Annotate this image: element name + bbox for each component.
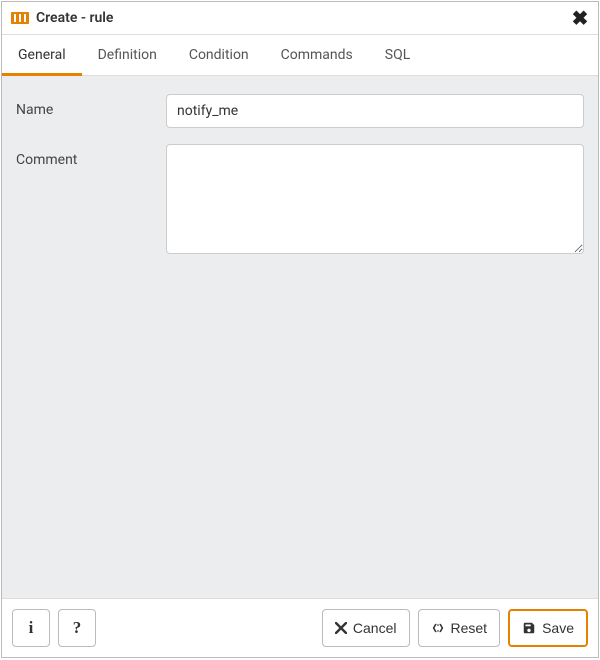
tab-label: Definition — [98, 47, 157, 63]
reset-button-label: Reset — [451, 620, 488, 636]
info-button[interactable]: i — [12, 609, 50, 647]
tab-general[interactable]: General — [2, 35, 82, 75]
dialog-title: Create - rule — [36, 10, 570, 26]
close-icon[interactable]: ✖ — [570, 8, 590, 28]
titlebar: Create - rule ✖ — [2, 2, 598, 35]
form-row-name: Name — [16, 94, 584, 128]
form-body: Name Comment — [2, 76, 598, 598]
tab-label: SQL — [385, 47, 410, 63]
save-button[interactable]: Save — [508, 609, 588, 647]
close-icon — [335, 622, 347, 634]
rule-icon — [10, 11, 30, 25]
comment-input[interactable] — [166, 144, 584, 254]
tabs: General Definition Condition Commands SQ… — [2, 35, 598, 76]
help-button[interactable]: ? — [58, 609, 96, 647]
tab-condition[interactable]: Condition — [173, 35, 265, 75]
tab-label: Commands — [281, 47, 353, 63]
save-button-label: Save — [542, 620, 574, 636]
save-icon — [522, 621, 536, 635]
info-icon: i — [29, 618, 34, 638]
footer: i ? Cancel Reset Save — [2, 598, 598, 657]
tab-label: Condition — [189, 47, 249, 63]
cancel-button[interactable]: Cancel — [322, 609, 410, 647]
cancel-button-label: Cancel — [353, 620, 397, 636]
comment-label: Comment — [16, 144, 166, 258]
tab-label: General — [18, 47, 66, 63]
form-row-comment: Comment — [16, 144, 584, 258]
reset-button[interactable]: Reset — [418, 609, 501, 647]
name-input[interactable] — [166, 94, 584, 128]
tab-commands[interactable]: Commands — [265, 35, 369, 75]
tab-sql[interactable]: SQL — [369, 35, 426, 75]
name-label: Name — [16, 94, 166, 128]
create-rule-dialog: Create - rule ✖ General Definition Condi… — [1, 1, 599, 658]
tab-definition[interactable]: Definition — [82, 35, 173, 75]
help-icon: ? — [73, 618, 82, 638]
recycle-icon — [431, 621, 445, 635]
